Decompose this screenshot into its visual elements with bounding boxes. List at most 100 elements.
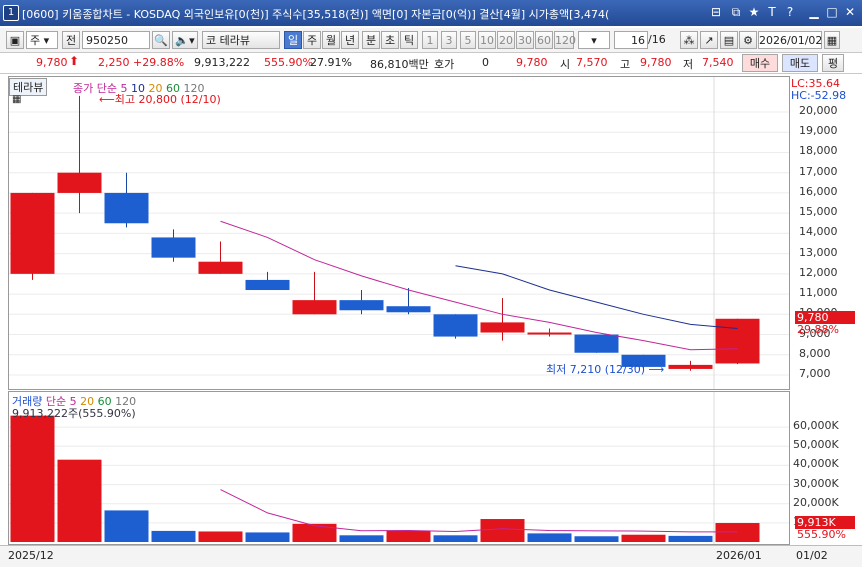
trade-amount: 86,810백만: [370, 58, 429, 71]
volume-bar: [292, 523, 337, 542]
grid-icon[interactable]: ⁂: [680, 31, 698, 49]
price-tick-label: 17,000: [799, 164, 838, 178]
quote-bar: 9,780 ⬆ 2,250 +29.88% 9,913,222 555.90% …: [0, 53, 862, 74]
volume-tick-label: 40,000K: [793, 457, 839, 471]
help-icon[interactable]: ?: [782, 4, 798, 20]
search-icon[interactable]: 🔍: [152, 31, 170, 49]
candle-body: [57, 172, 102, 193]
volume-bar: [715, 523, 760, 542]
price-tick-label: 13,000: [799, 245, 838, 259]
price-change-pct: +29.88%: [133, 56, 185, 69]
text-icon[interactable]: T: [764, 4, 780, 20]
period-year-button[interactable]: 년: [341, 31, 359, 49]
volume-chart-panel[interactable]: 거래량 단순 5 20 60 120 9,913,222주(555.90%): [8, 391, 790, 545]
candle-body: [104, 192, 149, 224]
hoga-label: 호가: [434, 58, 455, 71]
page-total: /16: [648, 33, 666, 46]
price-tick-label: 15,000: [799, 205, 838, 219]
date-input[interactable]: 2026/01/02: [758, 31, 822, 49]
candle-body: [668, 364, 713, 369]
interval-select[interactable]: ▾: [578, 31, 610, 49]
sell-button[interactable]: 매도: [782, 54, 818, 72]
candle-body: [574, 334, 619, 353]
title-bar: 1 [0600] 키움종합차트 - KOSDAQ 외국인보유[0(천)] 주식수…: [0, 0, 862, 26]
price-chart-svg: [9, 77, 789, 389]
favorites-icon[interactable]: ★: [746, 4, 762, 20]
current-price: 9,780: [36, 56, 68, 69]
restore-icon[interactable]: ⧉: [728, 4, 744, 20]
maximize-icon[interactable]: □: [824, 4, 840, 20]
price-tick-label: 8,000: [799, 346, 831, 360]
settings-icon[interactable]: ⚙: [739, 31, 757, 49]
min-annotation: 최저 7,210 (12/30) ⟶: [546, 363, 665, 376]
eval-button[interactable]: 평: [822, 54, 844, 72]
volume-bar: [527, 533, 572, 542]
candle-body: [386, 306, 431, 313]
volume-tick-label: 60,000K: [793, 419, 839, 433]
low-price: 7,540: [702, 56, 734, 69]
chart-options-icon[interactable]: ▦: [12, 94, 21, 105]
volume-bar: [151, 530, 196, 542]
hoga-price: 9,780: [516, 56, 548, 69]
volume-tick-label: 30,000K: [793, 476, 839, 490]
price-chart-panel[interactable]: 테라뷰 ▦ 종가 단순 5 10 20 60 120 ⟵최고 20,800 (1…: [8, 76, 790, 390]
minute-10-button[interactable]: 10: [478, 31, 496, 49]
period-minute-button[interactable]: 분: [362, 31, 380, 49]
close-icon[interactable]: ✕: [842, 4, 858, 20]
hoga-value: 0: [482, 56, 489, 69]
candle-body: [245, 279, 290, 291]
period-month-button[interactable]: 월: [322, 31, 340, 49]
volume-bar: [480, 519, 525, 542]
page-input[interactable]: 16: [614, 31, 648, 49]
low-label: 저: [683, 58, 694, 71]
period-second-button[interactable]: 초: [381, 31, 399, 49]
volume-bar: [198, 531, 243, 542]
minute-20-button[interactable]: 20: [497, 31, 515, 49]
open-price: 7,570: [576, 56, 608, 69]
up-arrow-icon: ⬆: [69, 54, 80, 68]
date-label-right: 01/02: [796, 549, 828, 562]
buy-button[interactable]: 매수: [742, 54, 778, 72]
minute-1-button[interactable]: 1: [422, 31, 438, 49]
date-label-mid: 2026/01: [716, 549, 762, 562]
candle-body: [10, 192, 55, 274]
speaker-icon[interactable]: 🔈▾: [172, 31, 198, 49]
volume-bar: [339, 535, 384, 542]
volume-bar: [10, 415, 55, 542]
date-label-left: 2025/12: [8, 549, 54, 562]
minute-3-button[interactable]: 3: [441, 31, 457, 49]
date-axis-bar: 2025/12 2026/01 01/02: [0, 545, 862, 567]
high-price: 9,780: [640, 56, 672, 69]
high-label: 고: [620, 58, 631, 71]
window-list-icon[interactable]: ⊟: [708, 4, 724, 20]
draw-icon[interactable]: ↗: [700, 31, 718, 49]
minute-30-button[interactable]: 30: [516, 31, 534, 49]
open-label: 시: [560, 58, 571, 71]
minute-5-button[interactable]: 5: [460, 31, 476, 49]
save-icon[interactable]: ▤: [720, 31, 738, 49]
volume-pct: 555.90%: [264, 56, 313, 69]
candle-body: [198, 261, 243, 274]
price-tick-label: 14,000: [799, 225, 838, 239]
candle-body: [339, 300, 384, 311]
candle-body: [151, 237, 196, 258]
minute-60-button[interactable]: 60: [535, 31, 553, 49]
stock-name-field[interactable]: 코 테라뷰: [202, 31, 280, 49]
volume-axis: 60,000K50,000K40,000K30,000K20,000K10,00…: [789, 391, 862, 543]
minimize-icon[interactable]: ▁: [806, 4, 822, 20]
price-change: 2,250: [98, 56, 130, 69]
period-week-button[interactable]: 주: [303, 31, 321, 49]
period-day-button[interactable]: 일: [284, 31, 302, 49]
minute-120-button[interactable]: 120: [554, 31, 576, 49]
calendar-icon[interactable]: ▦: [824, 31, 840, 49]
volume-tick-label: 20,000K: [793, 495, 839, 509]
all-button[interactable]: 전: [62, 31, 80, 49]
price-tick-label: 11,000: [799, 286, 838, 300]
market-select[interactable]: 주 ▾: [26, 31, 58, 49]
period-tick-button[interactable]: 틱: [400, 31, 418, 49]
stock-code-input[interactable]: 950250: [82, 31, 150, 49]
volume-value-label: 9,913,222주(555.90%): [12, 407, 136, 420]
layout-icon[interactable]: ▣: [6, 31, 24, 49]
price-tick-label: 12,000: [799, 265, 838, 279]
ma10-line: [455, 265, 738, 329]
